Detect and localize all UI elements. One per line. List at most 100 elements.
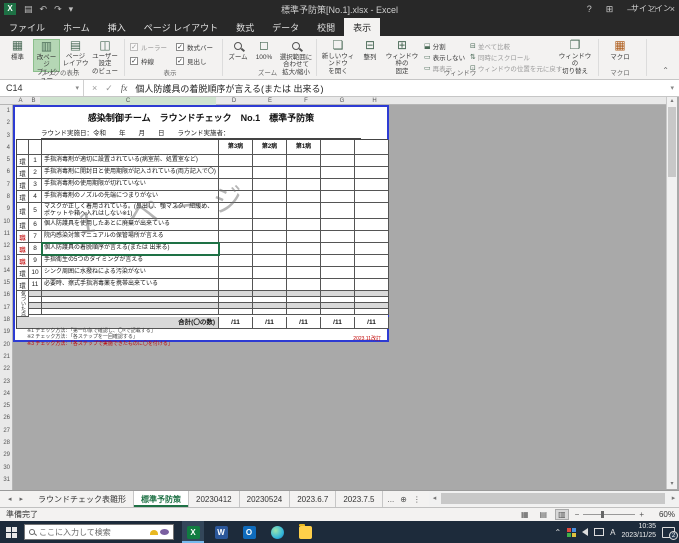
ward-column-header[interactable] [321,140,355,155]
row-header[interactable]: 24 [0,388,12,400]
row-header[interactable]: 7 [0,179,12,191]
item-text-cell[interactable]: 院内感染対策マニュアルの保管場所が言える [42,231,219,243]
zoom-slider-thumb[interactable] [601,511,604,518]
row-header[interactable]: 30 [0,462,12,474]
score-cell[interactable] [321,219,355,231]
score-cell[interactable] [355,155,389,167]
tray-app-icon[interactable] [567,528,576,537]
header-cell-cat[interactable] [17,140,29,155]
column-header[interactable]: F [288,97,324,105]
row-header[interactable]: 23 [0,376,12,388]
score-cell[interactable] [321,231,355,243]
score-cell[interactable] [253,167,287,179]
column-header[interactable]: B [27,97,40,105]
sheet-tab-menu-icon[interactable]: ⋮ [413,495,421,504]
enter-icon[interactable]: ✓ [105,83,113,94]
column-header[interactable]: G [324,97,360,105]
collapse-ribbon-icon[interactable]: ⌃ [662,66,669,75]
row-header[interactable]: 29 [0,449,12,461]
row-header[interactable]: 18 [0,314,12,326]
new-window-button[interactable]: ❏ 新しいウィンドウ を開く [320,39,356,72]
help-button[interactable]: ? [587,4,592,14]
ward-column-header[interactable]: 第2病 [253,140,287,155]
ribbon-tab[interactable]: 校閲 [308,18,344,36]
row-header[interactable]: 25 [0,400,12,412]
row-header[interactable]: 2 [0,117,12,129]
score-cell[interactable] [287,155,321,167]
volume-icon[interactable] [582,528,588,536]
score-cell[interactable] [321,243,355,255]
item-text-cell[interactable]: 必要時、擦式手指消毒薬を携帯出来ている [42,279,219,291]
hide-button[interactable]: ▭表示しない [424,52,465,62]
column-header[interactable]: E [252,97,288,105]
number-cell[interactable]: 10 [29,267,42,279]
score-cell[interactable] [219,255,253,267]
score-cell[interactable] [253,267,287,279]
headings-checkbox[interactable]: ✓ 見出し [176,56,207,66]
total-value-cell[interactable]: /11 [355,317,389,329]
score-cell[interactable] [219,179,253,191]
score-cell[interactable] [253,179,287,191]
score-cell[interactable] [253,191,287,203]
score-cell[interactable] [287,203,321,219]
switch-windows-button[interactable]: ❐ ウィンドウの 切り替え [556,39,594,72]
worksheet-page[interactable]: 感染制御チーム ラウンドチェック No.1 標準予防策 ラウンド実施日：令和 年… [13,105,389,342]
ribbon-tab[interactable]: ホーム [54,18,99,36]
score-cell[interactable] [355,231,389,243]
row-header[interactable]: 5 [0,154,12,166]
item-text-cell[interactable]: 個人防護具を使用したあとに廃棄が出来ている [42,219,219,231]
category-cell[interactable]: 環 [17,179,29,191]
score-cell[interactable] [321,279,355,291]
ward-column-header[interactable] [355,140,389,155]
item-text-cell[interactable]: 手指消毒剤が適切に設置されている(病室前、処置室など) [42,155,219,167]
taskbar-edge-button[interactable] [266,521,288,543]
score-cell[interactable] [321,203,355,219]
vertical-scrollbar[interactable]: ▴ ▾ [666,97,677,489]
formula-input[interactable]: 個人防護具の着脱順序が言える(または 出来る) [135,82,323,95]
column-header[interactable]: C [40,97,216,105]
redo-icon[interactable]: ↷ [54,4,62,15]
ribbon-display-options-button[interactable]: ⊞ [606,4,614,15]
number-cell[interactable]: 9 [29,255,42,267]
add-sheet-icon[interactable]: ⊕ [400,495,407,504]
score-cell[interactable] [219,191,253,203]
number-cell[interactable]: 5 [29,203,42,219]
tray-chevron-icon[interactable]: ⌃ [554,528,561,537]
save-icon[interactable]: ▤ [24,4,33,15]
category-cell[interactable]: 環 [17,203,29,219]
row-header[interactable]: 26 [0,412,12,424]
formula-bar-expand-icon[interactable]: ▾ [670,84,674,92]
score-cell[interactable] [219,203,253,219]
score-cell[interactable] [287,255,321,267]
score-cell[interactable] [219,243,253,255]
score-cell[interactable] [253,255,287,267]
row-header[interactable]: 19 [0,326,12,338]
arrange-all-button[interactable]: ⊟ 整列 [358,39,382,72]
ime-indicator[interactable]: A [610,528,615,537]
sign-in-link[interactable]: サインイン [631,3,671,14]
horizontal-scrollbar[interactable]: ◂ ▸ [429,491,679,506]
taskbar-excel-button[interactable]: X [182,521,204,543]
ward-column-header[interactable]: 第3病 [219,140,253,155]
header-cell-item[interactable] [42,140,219,155]
score-cell[interactable] [355,279,389,291]
page-layout-toggle-icon[interactable]: ▤ [538,510,550,519]
sheet-nav-next-icon[interactable]: ▸ [20,495,24,503]
sheet-tab[interactable]: 20230524 [240,491,291,507]
item-text-cell[interactable]: シンク周囲に水撥ねによる汚染がない [42,267,219,279]
taskbar-clock[interactable]: 10:35 2023/11/25 [621,523,656,541]
total-value-cell[interactable]: /11 [253,317,287,329]
column-header[interactable]: A [14,97,27,105]
row-header[interactable]: 28 [0,437,12,449]
score-cell[interactable] [219,267,253,279]
row-header[interactable]: 13 [0,253,12,265]
row-header[interactable]: 4 [0,142,12,154]
score-cell[interactable] [321,167,355,179]
page-break-toggle-icon[interactable]: ▥ [556,510,568,519]
number-cell[interactable]: 3 [29,179,42,191]
category-cell[interactable]: 環 [17,191,29,203]
row-header[interactable]: 16 [0,289,12,301]
ribbon-tab[interactable]: ファイル [0,18,54,36]
zoom-percentage[interactable]: 60% [651,510,675,519]
horizontal-scroll-thumb[interactable] [441,493,665,504]
